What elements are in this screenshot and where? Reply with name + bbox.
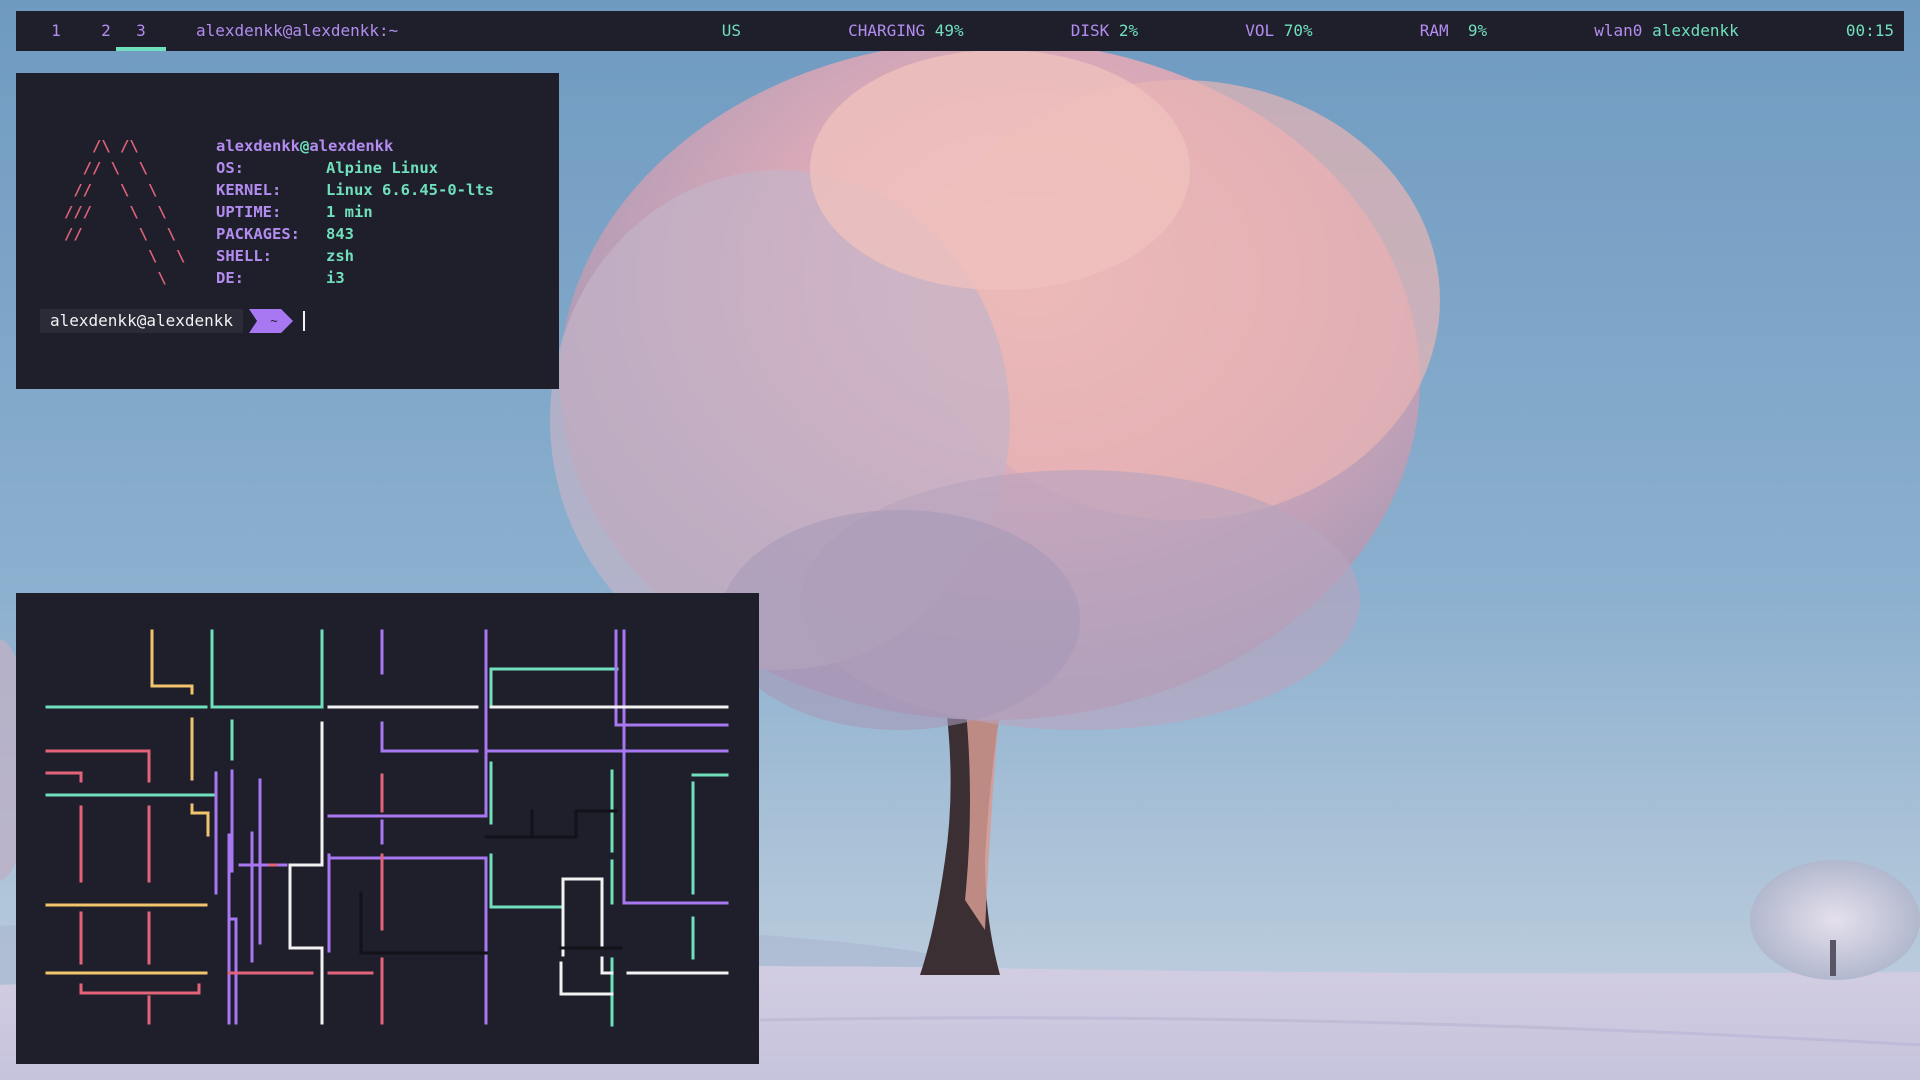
battery-status: CHARGING 49%: [848, 21, 964, 40]
alpine-ascii-logo: /\ /\ // \ \ // \ \ /// \ \ // \ \ \ \ \: [64, 137, 186, 287]
user-host-line: alexdenkk @ alexdenkk: [216, 137, 394, 155]
clock: 00:15: [1845, 21, 1894, 40]
info-row-kernel: KERNEL: Linux 6.6.45-0-lts: [216, 181, 494, 199]
system-info: alexdenkk @ alexdenkk OS: Alpine Linux KERN…: [216, 135, 494, 289]
info-row-os: OS: Alpine Linux: [216, 159, 438, 177]
pipes-purple: [214, 629, 729, 1025]
workspace-label: 2: [101, 21, 111, 40]
keyboard-layout-indicator[interactable]: US: [645, 0, 741, 91]
pipes-animation: [45, 629, 729, 1027]
shell-prompt[interactable]: alexdenkk@alexdenkk ~: [40, 309, 306, 333]
info-row-packages: PACKAGES: 843: [216, 225, 354, 243]
workspace-3-button[interactable]: 3: [116, 11, 166, 51]
terminal-window-neofetch[interactable]: /\ /\ // \ \ // \ \ /// \ \ // \ \ \ \ \…: [16, 73, 559, 389]
info-row-shell: SHELL: zsh: [216, 247, 354, 265]
ram-status: RAM 9%: [1419, 21, 1488, 40]
status-blocks: US CHARGING 49% DISK 2% VOL 70% RAM 9% w…: [615, 11, 1894, 51]
pipes-white: [288, 705, 729, 1025]
disk-status: DISK 2%: [1070, 21, 1139, 40]
desktop: 1 2 3 alexdenkk@alexdenkk:~ US CHARGING …: [0, 0, 1920, 1080]
workspace-label: 3: [136, 21, 146, 40]
text-cursor: [303, 311, 306, 331]
window-title: alexdenkk@alexdenkk:~: [196, 21, 399, 40]
workspace-1-button[interactable]: 1: [31, 11, 81, 51]
workspace-label: 1: [51, 21, 61, 40]
network-status: wlan0 alexdenkk: [1594, 21, 1739, 40]
terminal-window-pipes[interactable]: [16, 593, 759, 1064]
info-row-de: DE: i3: [216, 269, 345, 287]
volume-status[interactable]: VOL 70%: [1168, 0, 1312, 91]
prompt-user-host: alexdenkk@alexdenkk: [40, 309, 244, 333]
pipes-yellow: [45, 629, 210, 975]
info-row-uptime: UPTIME: 1 min: [216, 203, 373, 221]
top-status-bar: 1 2 3 alexdenkk@alexdenkk:~ US CHARGING …: [16, 11, 1904, 51]
prompt-directory: ~: [249, 309, 293, 333]
